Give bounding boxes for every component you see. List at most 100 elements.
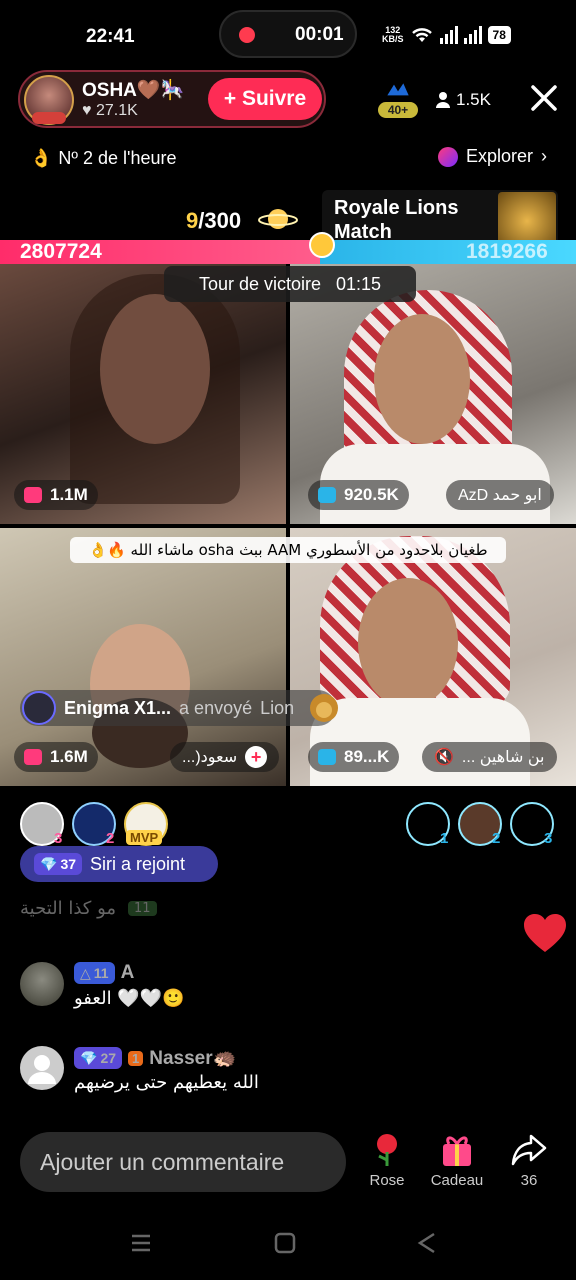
heart-icon: ♥: [82, 102, 96, 119]
rose-icon: [377, 1134, 397, 1166]
host-name: OSHA🤎🎠: [82, 80, 185, 101]
score-left: 2807724: [20, 240, 102, 263]
back-icon[interactable]: [416, 1232, 438, 1254]
victory-timer: Tour de victoire 01:15: [164, 266, 416, 302]
tile-score-value: 1.6M: [50, 747, 88, 766]
supporter-rank: 3: [544, 830, 553, 847]
chevron-right-icon: ›: [541, 146, 548, 166]
score-right: 1819266: [466, 240, 548, 263]
gift-label: Cadeau: [430, 1172, 484, 1189]
status-bar: 22:41 00:01 132 KB/S 78: [0, 0, 576, 76]
counter-current: 9: [186, 208, 199, 233]
join-notification: 💎 37 Siri a rejoint: [20, 846, 218, 882]
video-tile-1[interactable]: 1.1M: [0, 264, 286, 524]
commenter-name: Nasser🦔: [149, 1048, 237, 1069]
share-button[interactable]: 36: [494, 1132, 564, 1189]
host-likes: ♥ 27.1K: [82, 102, 138, 120]
recording-time: 00:01: [295, 24, 344, 45]
explorer-icon: [438, 146, 458, 167]
explorer-link[interactable]: Explorer ›: [438, 146, 547, 167]
rank-badge[interactable]: 40+: [378, 102, 418, 118]
recent-apps-icon[interactable]: [130, 1232, 152, 1254]
tile-score-value: 1.1M: [50, 485, 88, 504]
match-counter: 9/300: [186, 208, 241, 234]
viewer-count[interactable]: 1.5K: [436, 90, 491, 110]
record-dot-icon: [239, 27, 255, 43]
network-speed-unit: KB/S: [382, 34, 404, 44]
video-tile-3[interactable]: 1.6M + سعود(...: [0, 528, 286, 786]
participant-name-label: ابو حمد AzD: [458, 487, 542, 504]
gift-notification: Enigma X1... a envoyé Lion: [20, 690, 336, 726]
counter-total: /300: [198, 208, 242, 233]
signal-icon: [439, 26, 458, 44]
participant-face: [374, 314, 470, 444]
level-value: 37: [60, 856, 77, 872]
commenter-name: A: [120, 962, 135, 983]
screen-recording-pill[interactable]: 00:01: [219, 10, 357, 58]
camera-icon: [318, 487, 336, 503]
commenter-avatar[interactable]: [20, 962, 64, 1006]
level-value: 11: [93, 965, 109, 981]
mvp-badge: MVP: [126, 830, 163, 845]
supporter-rank: 1: [440, 830, 449, 847]
diamond-icon: 💎: [40, 855, 58, 872]
hourly-ranking[interactable]: 👌 Nº 2 de l'heure: [30, 148, 177, 169]
hand-icon: 👌: [30, 148, 53, 168]
level-badge: 💎 37: [34, 853, 83, 875]
supporter-rank: 3: [54, 830, 63, 847]
tile-score-value: 920.5K: [344, 485, 399, 504]
level-badge: △ 11: [74, 962, 115, 984]
join-text: Siri a rejoint: [90, 853, 186, 874]
follow-button[interactable]: + Suivre: [208, 78, 322, 120]
announcement-banner: طغيان بلاحدود من الأسطوري AAM ببث osha م…: [70, 537, 506, 563]
commenter-avatar[interactable]: [20, 1046, 64, 1090]
tile-score: 89...K: [308, 742, 400, 772]
chat-comment[interactable]: 💎 27 1 Nasser🦔 الله يعطيهم حتى يرضيهم: [20, 1046, 320, 1098]
chat-comment[interactable]: △ 11 A العفو 🤍🤍🙂: [20, 962, 320, 1014]
commenter-info: 💎 27 1 Nasser🦔: [74, 1046, 236, 1070]
tile-score: 1.6M: [14, 742, 98, 772]
explorer-label: Explorer: [466, 146, 534, 166]
battle-score-bar: 2807724 1819266: [0, 240, 576, 264]
network-speed: 132 KB/S: [382, 26, 404, 44]
comment-input[interactable]: Ajouter un commentaire: [20, 1132, 346, 1192]
video-tile-4[interactable]: 89...K بن شاهين ... 🔇: [290, 528, 576, 786]
gift-button[interactable]: Cadeau: [422, 1132, 492, 1189]
tile-score: 920.5K: [308, 480, 409, 510]
muted-speaker-icon: 🔇: [434, 749, 454, 766]
clock: 22:41: [86, 26, 135, 47]
camera-icon: [318, 749, 336, 765]
diamond-icon: 💎: [80, 1049, 98, 1066]
rose-label: Rose: [369, 1172, 405, 1189]
level-value: 27: [100, 1050, 117, 1066]
comment-text: العفو 🤍🤍🙂: [74, 988, 185, 1009]
participant-face: [358, 578, 458, 708]
supporter-rank: 2: [106, 830, 115, 847]
video-tile-2[interactable]: 920.5K ابو حمد AzD: [290, 264, 576, 524]
faded-comment-level: 11: [128, 901, 157, 916]
gift-box-icon: [443, 1136, 471, 1166]
planet-icon: [258, 209, 298, 229]
camera-icon: [24, 487, 42, 503]
add-icon[interactable]: +: [245, 746, 268, 768]
participant-name[interactable]: ابو حمد AzD: [446, 480, 554, 510]
close-icon[interactable]: [528, 82, 560, 114]
home-icon[interactable]: [274, 1232, 296, 1254]
heart-like-icon[interactable]: [522, 912, 568, 954]
viewer-count-value: 1.5K: [456, 90, 491, 109]
participant-name[interactable]: بن شاهين ... 🔇: [422, 742, 557, 772]
tile-score: 1.1M: [14, 480, 98, 510]
follow-label: Suivre: [241, 87, 307, 110]
comment-text: الله يعطيهم حتى يرضيهم: [74, 1072, 259, 1093]
faded-comment-text: مو كذا التحية: [20, 898, 117, 919]
host-card[interactable]: OSHA🤎🎠 ♥ 27.1K + Suivre: [18, 70, 326, 128]
gifter-name: Enigma X1...: [64, 697, 172, 718]
default-avatar-icon: [28, 1055, 56, 1084]
score-divider-icon: [309, 232, 335, 258]
victory-label: Tour de victoire: [198, 274, 321, 294]
hourly-ranking-label: Nº 2 de l'heure: [58, 148, 177, 168]
rose-button[interactable]: Rose: [352, 1132, 422, 1189]
team-heart-badge: 1: [128, 1050, 144, 1066]
participant-name[interactable]: + سعود(...: [170, 742, 280, 772]
system-nav-bar: [0, 1210, 576, 1280]
